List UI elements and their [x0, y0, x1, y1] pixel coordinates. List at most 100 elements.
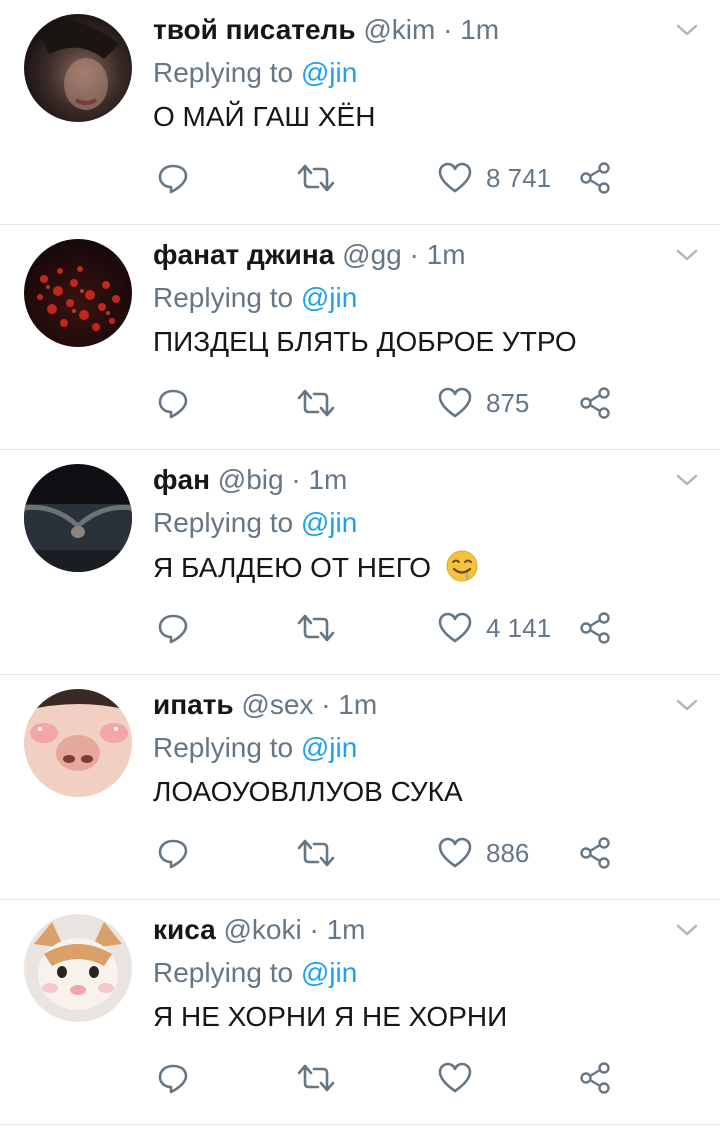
avatar[interactable]: [24, 914, 132, 1022]
share-icon: [580, 837, 610, 869]
chevron-down-icon[interactable]: [674, 20, 700, 40]
retweet-button[interactable]: [296, 383, 336, 423]
user-handle[interactable]: @koki: [224, 914, 302, 945]
mention-link[interactable]: @jin: [301, 732, 357, 763]
drooling-face-emoji-icon: [446, 550, 478, 582]
mention-link[interactable]: @jin: [301, 282, 357, 313]
avatar[interactable]: [24, 239, 132, 347]
like-count: 8 741: [486, 162, 552, 193]
display-name[interactable]: твой писатель: [153, 14, 356, 45]
chevron-down-icon[interactable]: [674, 470, 700, 490]
chevron-down-icon[interactable]: [674, 920, 700, 940]
separator-dot: ·: [409, 239, 419, 270]
timestamp[interactable]: 1m: [338, 689, 377, 720]
share-button[interactable]: [578, 158, 612, 198]
reply-icon: [158, 614, 188, 644]
replying-to: Replying to @jin: [153, 505, 357, 541]
display-name[interactable]: ипать: [153, 689, 234, 720]
tweet-text: О МАЙ ГАШ ХЁН: [153, 101, 376, 132]
tweet[interactable]: фанат джина @gg · 1m Replying to @jin ПИ…: [0, 225, 720, 450]
like-button[interactable]: 4 141: [438, 608, 551, 648]
user-handle[interactable]: @big: [218, 464, 284, 495]
timestamp[interactable]: 1m: [427, 239, 466, 270]
user-handle[interactable]: @sex: [241, 689, 313, 720]
tweet-header: фан @big · 1m: [153, 462, 347, 498]
replying-to-label: Replying to: [153, 57, 294, 88]
tweet[interactable]: фан @big · 1m Replying to @jin Я БАЛДЕЮ …: [0, 450, 720, 675]
separator-dot: ·: [309, 914, 319, 945]
tweet-text: Я БАЛДЕЮ ОТ НЕГО: [153, 552, 432, 583]
replying-to-label: Replying to: [153, 282, 294, 313]
like-button[interactable]: [438, 1058, 486, 1098]
red-flowers-avatar-icon: [24, 239, 132, 347]
mention-link[interactable]: @jin: [301, 57, 357, 88]
reply-icon: [158, 389, 188, 419]
tweet-text: ЛОАОУОВЛЛУОВ СУКА: [153, 776, 463, 807]
replying-to: Replying to @jin: [153, 55, 357, 91]
tweet-actions: [0, 1058, 720, 1098]
timestamp[interactable]: 1m: [460, 14, 499, 45]
reply-button[interactable]: [156, 1058, 190, 1098]
tweet[interactable]: твой писатель @kim · 1m Replying to @jin…: [0, 0, 720, 225]
like-button[interactable]: 875: [438, 383, 529, 423]
separator-dot: ·: [291, 464, 301, 495]
like-button[interactable]: 8 741: [438, 158, 551, 198]
retweet-icon: [297, 1064, 335, 1092]
tweet-text: ПИЗДЕЦ БЛЯТЬ ДОБРОЕ УТРО: [153, 326, 577, 357]
like-count: 886: [486, 837, 530, 868]
like-button[interactable]: 886: [438, 833, 529, 873]
user-handle[interactable]: @gg: [342, 239, 402, 270]
share-button[interactable]: [578, 833, 612, 873]
avatar[interactable]: [24, 14, 132, 122]
share-button[interactable]: [578, 383, 612, 423]
chevron-down-icon[interactable]: [674, 245, 700, 265]
display-name[interactable]: киса: [153, 914, 216, 945]
user-avatar-icon: [24, 14, 132, 122]
face-closeup-avatar-icon: [24, 689, 132, 797]
chevron-down-icon[interactable]: [674, 695, 700, 715]
avatar[interactable]: [24, 464, 132, 572]
retweet-button[interactable]: [296, 158, 336, 198]
tweet-header: ипать @sex · 1m: [153, 687, 377, 723]
user-handle[interactable]: @kim: [363, 14, 435, 45]
display-name[interactable]: фанат джина: [153, 239, 334, 270]
tweet-actions: 875: [0, 383, 720, 423]
retweet-button[interactable]: [296, 1058, 336, 1098]
reply-button[interactable]: [156, 383, 190, 423]
tweet-actions: 886: [0, 833, 720, 873]
kitten-avatar-icon: [24, 914, 132, 1022]
mention-link[interactable]: @jin: [301, 507, 357, 538]
reply-feed: твой писатель @kim · 1m Replying to @jin…: [0, 0, 720, 1132]
tweet-text-container: Я БАЛДЕЮ ОТ НЕГО: [153, 549, 479, 585]
retweet-icon: [297, 389, 335, 417]
tweet[interactable]: ипать @sex · 1m Replying to @jin ЛОАОУОВ…: [0, 675, 720, 900]
holding-hands-avatar-icon: [24, 464, 132, 572]
heart-icon: [438, 612, 472, 643]
mention-link[interactable]: @jin: [301, 957, 357, 988]
separator-dot: ·: [321, 689, 331, 720]
heart-icon: [438, 837, 472, 868]
tweet-header: фанат джина @gg · 1m: [153, 237, 466, 273]
share-button[interactable]: [578, 608, 612, 648]
timestamp[interactable]: 1m: [308, 464, 347, 495]
avatar[interactable]: [24, 689, 132, 797]
tweet[interactable]: киса @koki · 1m Replying to @jin Я НЕ ХО…: [0, 900, 720, 1125]
reply-button[interactable]: [156, 158, 190, 198]
retweet-icon: [297, 614, 335, 642]
reply-icon: [158, 1064, 188, 1094]
retweet-button[interactable]: [296, 608, 336, 648]
share-icon: [580, 1062, 610, 1094]
display-name[interactable]: фан: [153, 464, 210, 495]
timestamp[interactable]: 1m: [327, 914, 366, 945]
replying-to-label: Replying to: [153, 957, 294, 988]
retweet-icon: [297, 164, 335, 192]
share-button[interactable]: [578, 1058, 612, 1098]
tweet-text: Я НЕ ХОРНИ Я НЕ ХОРНИ: [153, 1001, 508, 1032]
tweet-actions: 8 741: [0, 158, 720, 198]
heart-icon: [438, 162, 472, 193]
reply-button[interactable]: [156, 833, 190, 873]
heart-icon: [438, 387, 472, 418]
reply-button[interactable]: [156, 608, 190, 648]
retweet-button[interactable]: [296, 833, 336, 873]
separator-dot: ·: [443, 14, 453, 45]
